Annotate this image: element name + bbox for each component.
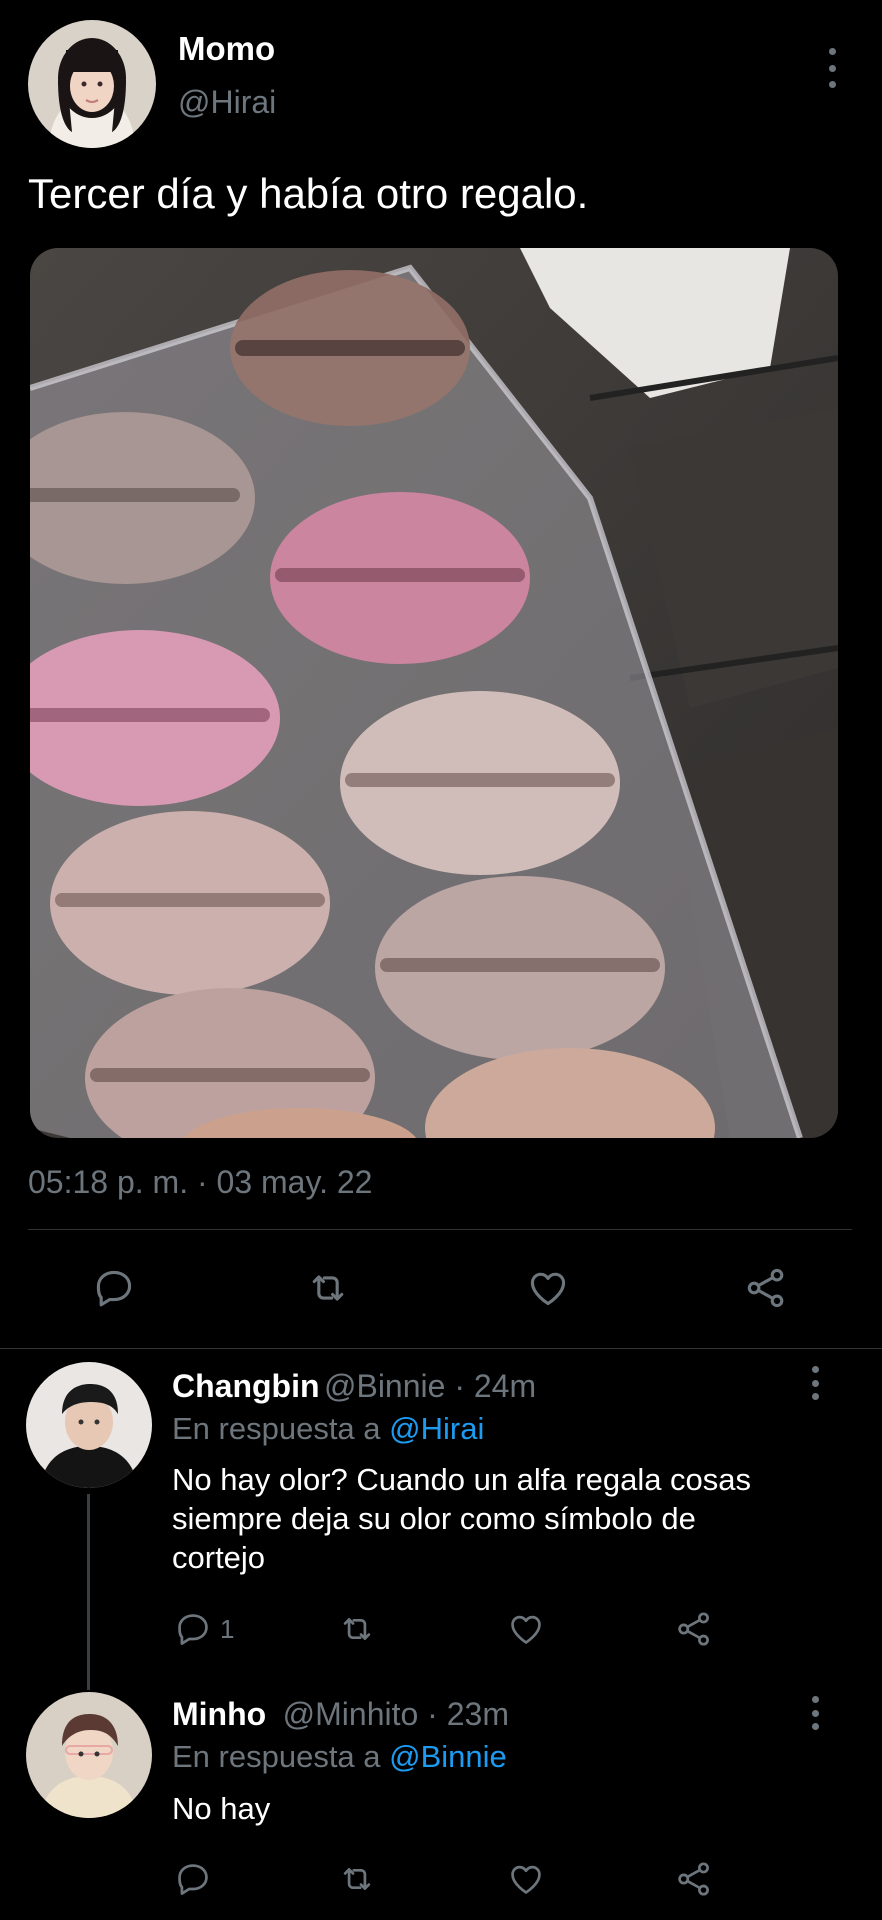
more-vertical-icon[interactable]: [803, 1694, 827, 1732]
reply-target-link[interactable]: @Hirai: [389, 1411, 484, 1446]
share-icon[interactable]: [675, 1610, 713, 1648]
heart-icon[interactable]: [526, 1266, 570, 1310]
thread-line: [87, 1494, 90, 1690]
more-vertical-icon[interactable]: [803, 1364, 827, 1402]
share-icon[interactable]: [744, 1266, 788, 1310]
reply-avatar[interactable]: [26, 1362, 152, 1488]
reply-context: En respuesta a @Hirai: [172, 1411, 484, 1447]
retweet-icon[interactable]: [338, 1610, 376, 1648]
share-icon[interactable]: [675, 1860, 713, 1898]
heart-icon[interactable]: [507, 1610, 545, 1648]
author-avatar[interactable]: [28, 20, 156, 148]
more-vertical-icon[interactable]: [820, 46, 844, 90]
tweet-timestamp: 05:18 p. m. · 03 may. 22: [28, 1164, 373, 1200]
retweet-icon[interactable]: [338, 1860, 376, 1898]
reply-icon[interactable]: 1: [174, 1610, 234, 1648]
author-handle[interactable]: @Hirai: [178, 84, 276, 121]
divider: [28, 1229, 852, 1230]
reply-target-link[interactable]: @Binnie: [389, 1739, 507, 1774]
reply-context: En respuesta a @Binnie: [172, 1739, 507, 1775]
reply-text-line: cortejo: [172, 1540, 266, 1575]
reply-avatar[interactable]: [26, 1692, 152, 1818]
reply-count: 1: [220, 1613, 235, 1644]
reply-prefix: En respuesta a: [172, 1411, 390, 1446]
divider: [0, 1348, 882, 1349]
reply-prefix: En respuesta a: [172, 1739, 390, 1774]
reply-icon[interactable]: [92, 1266, 136, 1310]
reply-author-name[interactable]: Minho: [172, 1696, 266, 1732]
retweet-icon[interactable]: [306, 1266, 350, 1310]
tweet-photo[interactable]: [30, 248, 838, 1138]
reply-text-line: No hay: [172, 1791, 271, 1826]
heart-icon[interactable]: [507, 1860, 545, 1898]
reply-text-line: No hay olor? Cuando un alfa regala cosas: [172, 1462, 752, 1497]
reply-author-name[interactable]: Changbin: [172, 1368, 320, 1404]
reply-text: No hay: [172, 1789, 270, 1828]
reply-text-line: siempre deja su olor como símbolo de: [172, 1501, 696, 1536]
reply-icon[interactable]: [174, 1860, 212, 1898]
reply-handle-time: @Minhito · 23m: [282, 1696, 509, 1732]
reply-text: No hay olor? Cuando un alfa regala cosas…: [172, 1460, 751, 1577]
tweet-text: Tercer día y había otro regalo.: [28, 170, 589, 217]
reply-handle-time: @Binnie · 24m: [323, 1368, 537, 1404]
author-name[interactable]: Momo: [178, 30, 275, 68]
